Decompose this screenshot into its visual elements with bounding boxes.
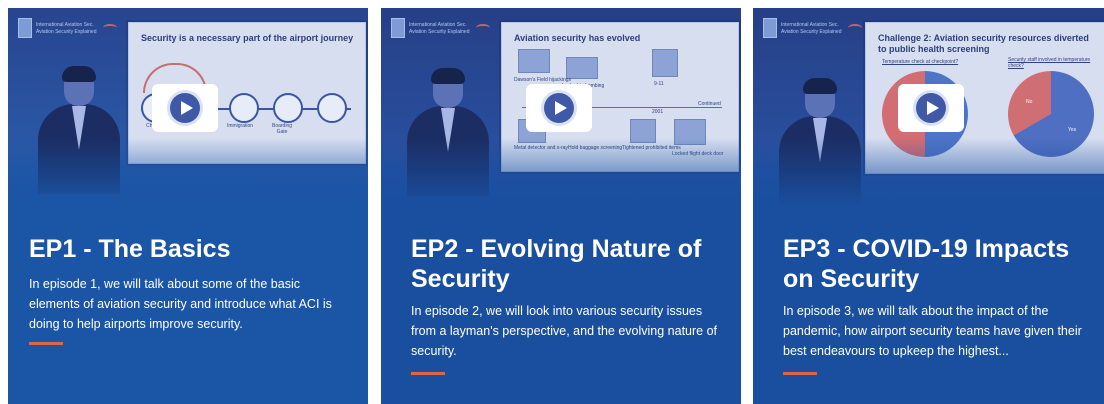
- slide-label: Tightened prohibited items: [622, 145, 681, 151]
- episode-description: In episode 2, we will look into various …: [411, 304, 718, 358]
- episode-title: EP1 - The Basics: [29, 235, 231, 263]
- play-button[interactable]: [152, 84, 218, 132]
- logo: International Aviation Sec. Aviation Sec…: [18, 18, 117, 38]
- episode-card-2[interactable]: International Aviation Sec. Aviation Sec…: [381, 8, 741, 404]
- logo: International Aviation Sec. Aviation Sec…: [763, 18, 862, 38]
- logo-swoosh-icon: [102, 24, 117, 32]
- slide-image: [652, 49, 678, 77]
- slide-title: Security is a necessary part of the airp…: [141, 33, 354, 43]
- journey-label: Immigration: [226, 123, 254, 129]
- slide-label: Locked flight deck door: [672, 151, 724, 157]
- episode-card-1[interactable]: International Aviation Sec. Aviation Sec…: [8, 8, 368, 404]
- logo-line-1: International Aviation Sec.: [36, 21, 94, 28]
- slide-label: Metal detector and x-ray: [514, 145, 568, 151]
- slide-image: [674, 119, 706, 145]
- logo-mark: [391, 18, 405, 38]
- slide-label: Hold baggage screening: [568, 145, 623, 151]
- logo-mark: [18, 18, 32, 38]
- play-icon: [170, 93, 200, 123]
- slide-label: 9-11: [654, 81, 664, 87]
- pie-label: No: [1026, 99, 1033, 105]
- pie-chart: [1008, 71, 1094, 157]
- logo-line-2: Aviation Security Explained: [409, 28, 470, 35]
- episode-title: EP3 - COVID-19 Impacts on Security: [783, 235, 1070, 293]
- episode-description: In episode 1, we will talk about some of…: [29, 277, 332, 331]
- episode-title: EP2 - Evolving Nature of Security: [411, 235, 702, 293]
- video-thumbnail[interactable]: International Aviation Sec. Aviation Sec…: [8, 8, 368, 208]
- logo-line-2: Aviation Security Explained: [781, 28, 842, 35]
- episode-description: In episode 3, we will talk about the imp…: [783, 304, 1082, 358]
- slide-image: [518, 49, 550, 73]
- accent-divider: [783, 372, 817, 375]
- video-thumbnail[interactable]: International Aviation Sec. Aviation Sec…: [753, 8, 1104, 208]
- play-icon: [544, 93, 574, 123]
- slide-image: [566, 57, 598, 79]
- step-icon: [273, 93, 303, 123]
- journey-label: Boarding Gate: [271, 123, 292, 135]
- logo-swoosh-icon: [475, 24, 490, 32]
- slide-label: Continued: [698, 101, 721, 107]
- pie-label: Yes: [1068, 127, 1077, 133]
- step-icon: [229, 93, 259, 123]
- logo: International Aviation Sec. Aviation Sec…: [391, 18, 490, 38]
- chart-heading: Security staff involved in temperature c…: [1008, 57, 1091, 69]
- play-button[interactable]: [898, 84, 964, 132]
- step-icon: [317, 93, 347, 123]
- logo-line-2: Aviation Security Explained: [36, 28, 97, 35]
- accent-divider: [29, 342, 63, 345]
- episode-card-3[interactable]: International Aviation Sec. Aviation Sec…: [753, 8, 1104, 404]
- episode-card-row: International Aviation Sec. Aviation Sec…: [0, 0, 1104, 404]
- chart-heading: Temperature check at checkpoint?: [882, 59, 959, 65]
- logo-line-1: International Aviation Sec.: [781, 21, 839, 28]
- slide-label: 2001: [652, 109, 664, 115]
- slide-image: [630, 119, 656, 143]
- logo-mark: [763, 18, 777, 38]
- video-thumbnail[interactable]: International Aviation Sec. Aviation Sec…: [381, 8, 741, 208]
- logo-line-1: International Aviation Sec.: [409, 21, 467, 28]
- slide-title: Challenge 2: Aviation security resources…: [878, 33, 1089, 54]
- logo-swoosh-icon: [847, 24, 862, 32]
- accent-divider: [411, 372, 445, 375]
- play-button[interactable]: [526, 84, 592, 132]
- play-icon: [916, 93, 946, 123]
- slide-title: Aviation security has evolved: [514, 33, 641, 43]
